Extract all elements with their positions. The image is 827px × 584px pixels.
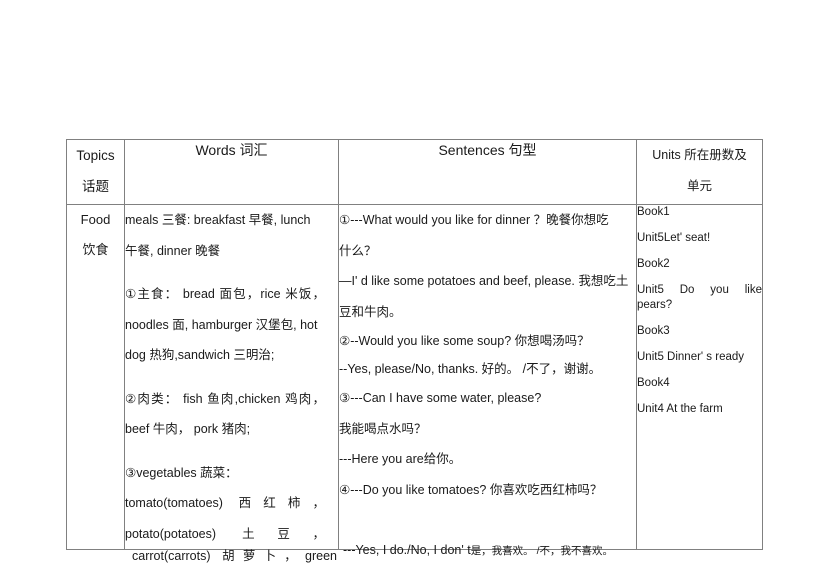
words-line: noodles 面, hamburger 汉堡包, hot: [125, 317, 318, 332]
sentence-line: 我能喝点水吗？: [339, 421, 427, 436]
sentence-line: ---Here you are给你。: [339, 452, 462, 466]
header-topics-zh: 话题: [82, 179, 109, 194]
words-line: beef 牛肉， pork 猪肉;: [125, 422, 251, 436]
words-line: dog 热狗,sandwich 三明治;: [125, 348, 275, 362]
sentence-line: 什么？: [339, 243, 377, 258]
unit-line: Book4: [637, 377, 670, 389]
header-units-line2: 单元: [686, 179, 712, 193]
header-sentences-label: Sentences 句型: [438, 142, 537, 158]
sentence-overflow-small: 是，我喜欢。 /不，我不喜欢。: [470, 545, 614, 557]
header-cell-words: Words 词汇: [124, 139, 339, 205]
words-line: meals 三餐: breakfast 早餐, lunch: [125, 213, 311, 227]
sentence-line: ③---Can I have some water, please?: [339, 391, 542, 405]
sentence-line: ④---Do you like tomatoes? 你喜欢吃西红柿吗？: [339, 482, 603, 497]
header-topics-en: Topics: [76, 148, 115, 163]
unit-line: Book2: [637, 258, 670, 270]
header-cell-units: Units 所在册数及 单元: [636, 139, 763, 205]
unit-line: Book1: [637, 206, 670, 218]
sentence-line: --Yes, please/No, thanks. 好的。 /不了，谢谢。: [339, 362, 602, 376]
table-header-row: Topics 话题 Words 词汇 Sentences 句型 Units 所在…: [66, 139, 763, 205]
cell-sentences-food: ①---What would you like for dinner ？晚餐你想…: [338, 204, 637, 557]
header-cell-sentences: Sentences 句型: [338, 139, 637, 205]
words-line: ②肉类： fish 鱼肉,chicken 鸡肉，: [125, 391, 325, 406]
table-row: Food 饮食 meals 三餐: breakfast 早餐, lunch 午餐…: [66, 204, 763, 563]
sentence-overflow-line: ---Yes, I do./No, I don' t是，我喜欢。 /不，我不喜欢…: [343, 535, 613, 566]
words-line: 午餐, dinner 晚餐: [125, 243, 221, 258]
cell-topic-food: Food 饮食: [66, 204, 125, 550]
topic-food-zh: 饮食: [82, 242, 109, 257]
words-line: ①主食： bread 面包，rice 米饭，: [125, 287, 325, 301]
words-overflow-line: carrot(carrots) 胡萝卜，green: [132, 549, 337, 563]
sentence-overflow-main: ---Yes, I do./No, I don' t: [343, 543, 471, 557]
sentence-line: ②--Would you like some soup? 你想喝汤吗？: [339, 334, 590, 348]
sentence-line: ①---What would you like for dinner ？晚餐你想…: [339, 213, 609, 227]
unit-line: Book3: [637, 325, 670, 337]
unit-line: Unit5 Do you like pears?: [637, 284, 762, 311]
document-page: Topics 话题 Words 词汇 Sentences 句型 Units 所在…: [0, 0, 827, 584]
unit-line: Unit5Let' seat!: [637, 232, 711, 244]
sentence-line: 豆和牛肉。: [339, 304, 402, 319]
cell-words-food: meals 三餐: breakfast 早餐, lunch 午餐, dinner…: [124, 204, 339, 563]
cell-units-food: Book1 Unit5Let' seat! Book2 Unit5 Do you…: [636, 204, 763, 550]
unit-line: Unit4 At the farm: [637, 403, 723, 415]
unit-line: Unit5 Dinner' s ready: [637, 351, 745, 363]
words-line: ③vegetables 蔬菜：: [125, 465, 238, 480]
header-cell-topics: Topics 话题: [66, 139, 125, 205]
words-line: tomato(tomatoes) 西红柿，: [125, 496, 325, 510]
sentence-line: —I' d like some potatoes and beef, pleas…: [339, 274, 629, 288]
vocabulary-table: Topics 话题 Words 词汇 Sentences 句型 Units 所在…: [66, 139, 763, 563]
header-units-line1: Units 所在册数及: [652, 148, 747, 162]
topic-food-en: Food: [80, 212, 111, 227]
header-words-label: Words 词汇: [195, 142, 268, 158]
